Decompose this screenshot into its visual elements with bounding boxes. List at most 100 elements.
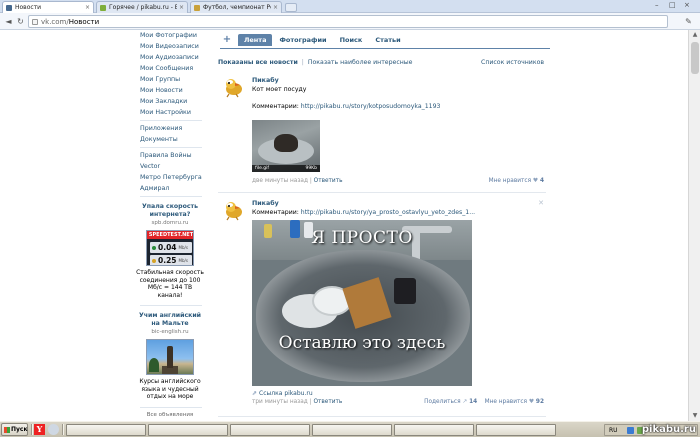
reply-button[interactable]: Ответить bbox=[314, 178, 343, 184]
window-close-icon[interactable]: × bbox=[684, 1, 690, 9]
sidebar-item-app-metro[interactable]: Метро Петербурга bbox=[136, 172, 204, 183]
post-author[interactable]: Пикабу bbox=[252, 199, 544, 208]
post-meme-image[interactable]: Я ПРОСТО Оставлю это здесь bbox=[252, 220, 472, 386]
tab-title: Горячее / pikabu.ru - В bbox=[109, 4, 177, 11]
wrench-icon[interactable]: ✎ bbox=[683, 16, 694, 27]
scroll-down-icon[interactable]: ▼ bbox=[690, 411, 700, 421]
pikabu-avatar[interactable] bbox=[222, 76, 244, 98]
link-label: Ссылка bbox=[259, 390, 285, 397]
ad-malta[interactable]: Учим английский на Мальте bic-english.ru… bbox=[136, 312, 204, 401]
language-indicator[interactable]: RU bbox=[609, 425, 618, 437]
filter-interesting[interactable]: Показать наиболее интересные bbox=[308, 59, 413, 66]
post-link: ⇗ Ссылка pikabu.ru bbox=[252, 389, 544, 398]
minimize-icon[interactable]: – bbox=[655, 1, 659, 9]
tab-close-icon[interactable]: × bbox=[85, 4, 90, 11]
comments-url[interactable]: http://pikabu.ru/story/ya_prosto_ostavly… bbox=[301, 209, 475, 216]
ad-image[interactable] bbox=[146, 339, 194, 375]
comments-url[interactable]: http://pikabu.ru/story/kotposudomoyka_11… bbox=[301, 103, 441, 110]
comments-label: Комментарии: bbox=[252, 209, 301, 216]
sidebar-item-settings[interactable]: Мои Настройки bbox=[136, 107, 204, 118]
sidebar-item-messages[interactable]: Мои Сообщения bbox=[136, 63, 204, 74]
page-scrollbar[interactable]: ▲ ▼ bbox=[688, 30, 700, 421]
meme-caption-top: Я ПРОСТО bbox=[311, 228, 413, 248]
taskbar-window-button[interactable] bbox=[66, 424, 146, 436]
post-time[interactable]: три минуты назад bbox=[252, 399, 308, 405]
up-arrow-icon bbox=[152, 258, 156, 263]
reply-button[interactable]: Ответить bbox=[313, 399, 342, 405]
tab-search[interactable]: Поиск bbox=[334, 34, 369, 46]
sidebar-divider bbox=[140, 196, 202, 197]
post-text: Кот моет посуду bbox=[252, 86, 307, 93]
post-time[interactable]: две минуты назад bbox=[252, 178, 308, 184]
sidebar-item-groups[interactable]: Мои Группы bbox=[136, 74, 204, 85]
sidebar-item-app-admiral[interactable]: Адмирал bbox=[136, 183, 204, 194]
reload-icon[interactable]: ↻ bbox=[15, 16, 26, 27]
sidebar-item-documents[interactable]: Документы bbox=[136, 134, 204, 145]
start-button[interactable]: Пуск bbox=[1, 423, 28, 436]
sidebar-item-audio[interactable]: Мои Аудиозаписи bbox=[136, 52, 204, 63]
maximize-icon[interactable]: □ bbox=[669, 1, 676, 9]
sidebar-divider bbox=[140, 305, 202, 306]
windows-taskbar: Пуск Y RU pikabu.ru bbox=[0, 421, 700, 437]
football-favicon-icon bbox=[194, 4, 200, 11]
like-label: Мне нравится bbox=[488, 178, 532, 184]
back-arrow-icon[interactable]: ◄ bbox=[3, 16, 14, 27]
taskbar-window-button[interactable] bbox=[148, 424, 228, 436]
like-count: 92 bbox=[535, 399, 544, 405]
ad-image[interactable]: SPEEDTEST.NET 0.04 Mb/s 0.25 Mb/s bbox=[146, 230, 194, 266]
page-viewport: Мои Фотографии Мои Видеозаписи Мои Аудио… bbox=[0, 30, 700, 421]
taskbar-window-button[interactable] bbox=[394, 424, 474, 436]
page-icon bbox=[32, 19, 38, 25]
post-divider bbox=[218, 416, 546, 417]
tab-football[interactable]: Футбол, чемпионат Ро × bbox=[190, 1, 282, 13]
scroll-up-icon[interactable]: ▲ bbox=[690, 30, 700, 40]
tab-close-icon[interactable]: × bbox=[179, 4, 184, 11]
down-arrow-icon bbox=[152, 245, 156, 250]
share-count: 14 bbox=[469, 399, 478, 405]
ad-title[interactable]: Учим английский на Мальте bbox=[136, 312, 204, 328]
browser-tab-strip: Новости × Горячее / pikabu.ru - В × Футб… bbox=[0, 0, 700, 13]
address-bar[interactable]: vk.com / Новости bbox=[28, 15, 668, 28]
sidebar-item-apps[interactable]: Приложения bbox=[136, 123, 204, 134]
post-gif-thumbnail[interactable]: file.gif 99Kb bbox=[252, 120, 320, 172]
post-author[interactable]: Пикабу bbox=[252, 76, 544, 85]
gif-label: file.gif bbox=[255, 166, 269, 171]
ad-title[interactable]: Упала скорость интернета? bbox=[136, 203, 204, 219]
pikabu-favicon-icon bbox=[100, 4, 106, 11]
taskbar-window-button[interactable] bbox=[312, 424, 392, 436]
sidebar-item-photos[interactable]: Мои Фотографии bbox=[136, 30, 204, 41]
tab-close-icon[interactable]: × bbox=[273, 4, 278, 11]
post-footer: две минуты назад | Ответить Мне нравится… bbox=[252, 177, 544, 186]
tab-photos[interactable]: Фотографии bbox=[273, 34, 332, 46]
download-speed: 0.04 Mb/s bbox=[150, 242, 192, 253]
like-button[interactable]: Мне нравится ♥ 4 bbox=[489, 177, 544, 186]
sidebar-item-news[interactable]: Мои Новости bbox=[136, 85, 204, 96]
like-button[interactable]: Мне нравится ♥ 92 bbox=[485, 399, 544, 405]
new-tab-button[interactable] bbox=[285, 3, 297, 12]
add-icon[interactable]: + bbox=[220, 34, 234, 45]
sidebar-item-bookmarks[interactable]: Мои Закладки bbox=[136, 96, 204, 107]
feed-tabs: + Лента Фотографии Поиск Статьи bbox=[220, 31, 550, 48]
taskbar-window-button[interactable] bbox=[230, 424, 310, 436]
tab-novosti[interactable]: Новости × bbox=[2, 1, 94, 13]
sources-list-link[interactable]: Список источников bbox=[481, 58, 544, 67]
sidebar-item-app-rules-of-war[interactable]: Правила Войны bbox=[136, 150, 204, 161]
yandex-browser-icon[interactable]: Y bbox=[34, 424, 45, 435]
tab-articles[interactable]: Статьи bbox=[369, 34, 406, 46]
network-icon[interactable] bbox=[627, 427, 634, 434]
pikabu-avatar[interactable] bbox=[222, 199, 244, 221]
browser-quicklaunch-icon[interactable] bbox=[48, 424, 59, 435]
share-button[interactable]: Поделиться ↗ 14 bbox=[424, 399, 477, 405]
tab-title: Футбол, чемпионат Ро bbox=[203, 4, 271, 11]
taskbar-window-button[interactable] bbox=[476, 424, 556, 436]
ad-speedtest[interactable]: Упала скорость интернета? spb.domru.ru S… bbox=[136, 203, 204, 299]
scroll-thumb[interactable] bbox=[691, 42, 699, 74]
link-domain[interactable]: pikabu.ru bbox=[284, 390, 312, 397]
tab-feed[interactable]: Лента bbox=[238, 33, 273, 46]
sidebar-item-videos[interactable]: Мои Видеозаписи bbox=[136, 41, 204, 52]
tab-pikabu[interactable]: Горячее / pikabu.ru - В × bbox=[96, 1, 188, 13]
filter-all-news[interactable]: Показаны все новости bbox=[218, 59, 298, 66]
all-ads-link[interactable]: Все объявления bbox=[136, 412, 204, 418]
taskbar-separator bbox=[31, 424, 33, 435]
sidebar-item-app-vector[interactable]: Vector bbox=[136, 161, 204, 172]
